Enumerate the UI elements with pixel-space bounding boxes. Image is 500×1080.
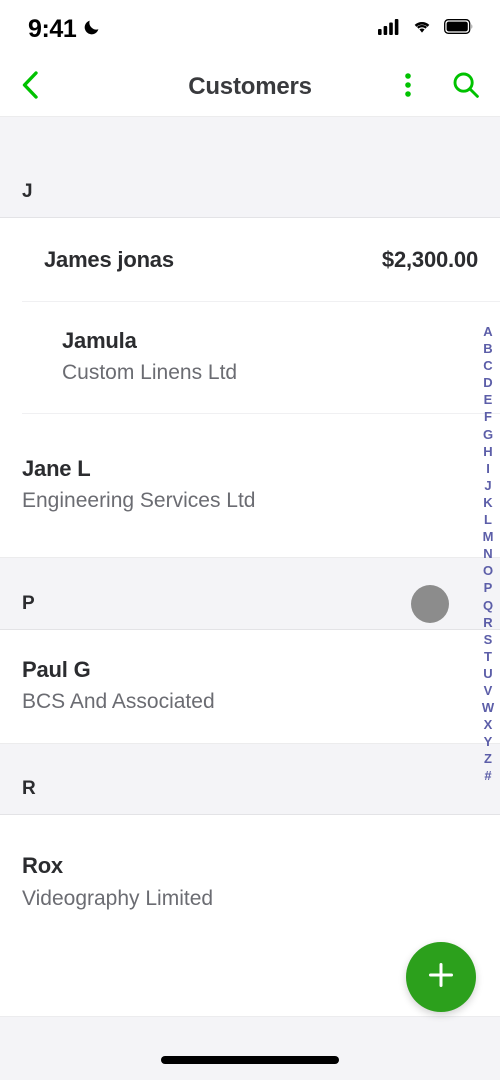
row-body: Jane L Engineering Services Ltd [22, 455, 255, 517]
table-row[interactable]: Paul G BCS And Associated [0, 630, 500, 743]
more-vertical-icon [404, 70, 412, 105]
alpha-index-item[interactable]: F [476, 408, 500, 425]
status-bar-right [378, 18, 474, 40]
add-customer-fab[interactable] [406, 942, 476, 1012]
alphabet-index[interactable]: A B C D E F G H I J K L M N O P Q R S T U V W X Y Z # [476, 323, 500, 785]
alpha-index-item[interactable]: A [476, 323, 500, 340]
bottom-bar [0, 1016, 500, 1080]
table-row[interactable]: Jamula Custom Linens Ltd [22, 302, 500, 414]
status-bar: 9:41 [0, 0, 500, 58]
customer-name: Jamula [62, 327, 137, 353]
alpha-index-item[interactable]: J [476, 477, 500, 494]
alpha-index-item[interactable]: L [476, 511, 500, 528]
alpha-index-item[interactable]: W [476, 699, 500, 716]
alpha-index-item[interactable]: T [476, 648, 500, 665]
customer-name: Paul G [22, 656, 91, 682]
search-button[interactable] [446, 65, 486, 109]
navigation-bar: Customers [0, 58, 500, 116]
status-time: 9:41 [28, 14, 77, 43]
alpha-index-item[interactable]: B [476, 340, 500, 357]
alpha-index-item[interactable]: O [476, 562, 500, 579]
battery-full-icon [444, 19, 474, 39]
overflow-menu-button[interactable] [388, 65, 428, 109]
section-letter: J [22, 181, 33, 202]
alpha-index-item[interactable]: P [476, 579, 500, 596]
alpha-index-item[interactable]: M [476, 528, 500, 545]
row-body: Jamula Custom Linens Ltd [62, 327, 237, 389]
wifi-icon [411, 18, 433, 40]
row-body: Rox Videography Limited [22, 852, 213, 914]
alpha-index-item[interactable]: V [476, 682, 500, 699]
back-button[interactable] [8, 65, 52, 109]
row-body: James jonas [44, 246, 174, 274]
moon-icon [83, 17, 102, 41]
section-header-r: R [0, 743, 500, 815]
alpha-index-item[interactable]: Y [476, 733, 500, 750]
customer-name: James jonas [44, 246, 174, 272]
alpha-index-item[interactable]: Z [476, 750, 500, 767]
customer-list[interactable]: J James jonas $2,300.00 Jamula Custom Li… [0, 116, 500, 1016]
table-row[interactable]: Rox Videography Limited [0, 815, 500, 951]
customer-company: Videography Limited [22, 886, 214, 910]
alpha-index-item[interactable]: G [476, 426, 500, 443]
section-letter: P [22, 593, 35, 614]
alpha-index-item[interactable]: Q [476, 597, 500, 614]
alpha-index-item[interactable]: R [476, 614, 500, 631]
alpha-index-item[interactable]: N [476, 545, 500, 562]
customer-company: Engineering Services Ltd [22, 489, 256, 513]
alpha-index-item[interactable]: K [476, 494, 500, 511]
app-screen: 9:41 Customers J James jonas $2,300.00 J… [0, 0, 500, 1080]
alpha-index-item[interactable]: X [476, 716, 500, 733]
section-letter: R [22, 778, 36, 799]
touch-cursor-indicator [411, 585, 449, 623]
alpha-index-item[interactable]: E [476, 391, 500, 408]
customer-name: Rox [22, 853, 63, 879]
customer-name: Jane L [22, 455, 91, 481]
status-bar-left: 9:41 [28, 15, 102, 44]
search-icon [451, 70, 481, 105]
alpha-index-item[interactable]: D [476, 374, 500, 391]
section-header-j: J [0, 116, 500, 218]
alpha-index-item[interactable]: I [476, 460, 500, 477]
customer-amount: $2,300.00 [381, 246, 478, 272]
alpha-index-item[interactable]: # [476, 767, 500, 784]
alpha-index-item[interactable]: U [476, 665, 500, 682]
cellular-signal-icon [378, 18, 400, 40]
alpha-index-item[interactable]: S [476, 631, 500, 648]
customer-company: Custom Linens Ltd [62, 361, 238, 385]
table-row[interactable]: Jane L Engineering Services Ltd [0, 414, 500, 557]
plus-icon [426, 960, 456, 995]
alpha-index-item[interactable]: H [476, 443, 500, 460]
table-row[interactable]: James jonas $2,300.00 [22, 218, 500, 302]
alpha-index-item[interactable]: C [476, 357, 500, 374]
row-body: Paul G BCS And Associated [22, 656, 215, 718]
chevron-left-icon [18, 70, 42, 105]
customer-company: BCS And Associated [22, 690, 215, 714]
navigation-actions [388, 65, 486, 109]
home-indicator[interactable] [161, 1056, 339, 1064]
